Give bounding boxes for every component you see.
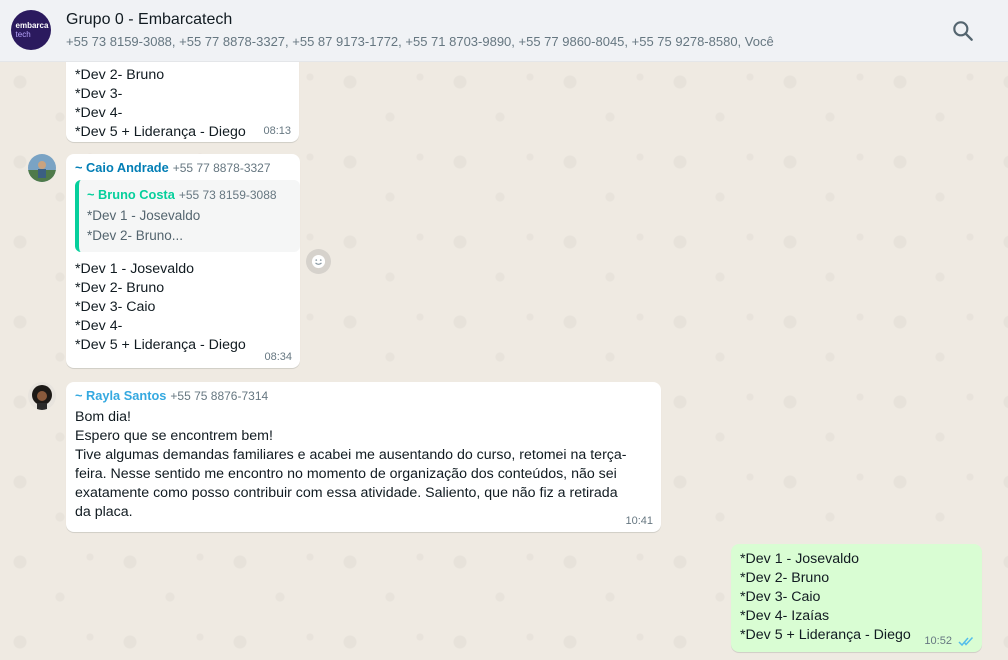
react-button[interactable] (306, 249, 331, 274)
avatar-caio-andrade[interactable] (28, 154, 56, 182)
group-avatar-logo: embarca tech (14, 21, 49, 39)
double-check-icon (958, 636, 974, 646)
sender-name[interactable]: ~ Caio Andrade (75, 160, 169, 175)
message-sender[interactable]: ~ Rayla Santos +55 75 8876-7314 (75, 388, 652, 403)
group-participants: +55 73 8159-3088, +55 77 8878-3327, +55 … (66, 34, 774, 49)
message-text: *Dev 2- Bruno *Dev 3- *Dev 4- *Dev 5 + L… (75, 67, 246, 140)
message-bubble-incoming[interactable]: ~ Caio Andrade +55 77 8878-3327 ~ Bruno C… (66, 154, 300, 368)
search-icon (953, 21, 973, 41)
message-bubble-outgoing[interactable]: *Dev 1 - Josevaldo *Dev 2- Bruno *Dev 3-… (731, 544, 982, 652)
message-time: 08:34 (264, 351, 292, 363)
group-avatar[interactable]: embarca tech (11, 10, 51, 50)
group-title[interactable]: Grupo 0 - Embarcatech (66, 11, 232, 29)
avatar-logo-line1: embarca (15, 21, 49, 30)
avatar-photo (28, 154, 56, 182)
sender-phone: +55 75 8876-7314 (170, 389, 269, 403)
emoji-react-icon (311, 254, 326, 269)
chat-header[interactable]: embarca tech Grupo 0 - Embarcatech +55 7… (0, 0, 1008, 62)
message-text: Bom dia! Espero que se encontrem bem! Ti… (75, 409, 627, 520)
message-text: *Dev 1 - Josevaldo *Dev 2- Bruno *Dev 3-… (740, 551, 911, 643)
message-time: 08:13 (263, 125, 291, 137)
quote-sender-name: ~ Bruno Costa (87, 187, 175, 202)
sender-phone: +55 77 8878-3327 (172, 161, 271, 175)
avatar-logo-line2: tech (15, 30, 31, 39)
avatar-photo (28, 382, 56, 410)
chat-area[interactable]: *Dev 2- Bruno *Dev 3- *Dev 4- *Dev 5 + L… (0, 62, 1008, 660)
message-sender[interactable]: ~ Caio Andrade +55 77 8878-3327 (75, 160, 291, 175)
message-text: *Dev 1 - Josevaldo *Dev 2- Bruno *Dev 3-… (75, 261, 246, 353)
message-bubble-incoming[interactable]: ~ Rayla Santos +55 75 8876-7314 Bom dia! … (66, 382, 661, 532)
quote-text: *Dev 1 - Josevaldo *Dev 2- Bruno... (87, 208, 201, 243)
message-time: 10:41 (625, 515, 653, 527)
message-status: 10:52 (924, 635, 974, 647)
sender-name[interactable]: ~ Rayla Santos (75, 388, 166, 403)
quote-sender-phone: +55 73 8159-3088 (178, 188, 277, 202)
message-time: 10:52 (924, 635, 952, 647)
avatar-rayla-santos[interactable] (28, 382, 56, 410)
search-button[interactable] (950, 18, 976, 44)
quoted-message[interactable]: ~ Bruno Costa +55 73 8159-3088 *Dev 1 - J… (75, 180, 300, 252)
message-bubble-incoming[interactable]: *Dev 2- Bruno *Dev 3- *Dev 4- *Dev 5 + L… (66, 62, 299, 142)
